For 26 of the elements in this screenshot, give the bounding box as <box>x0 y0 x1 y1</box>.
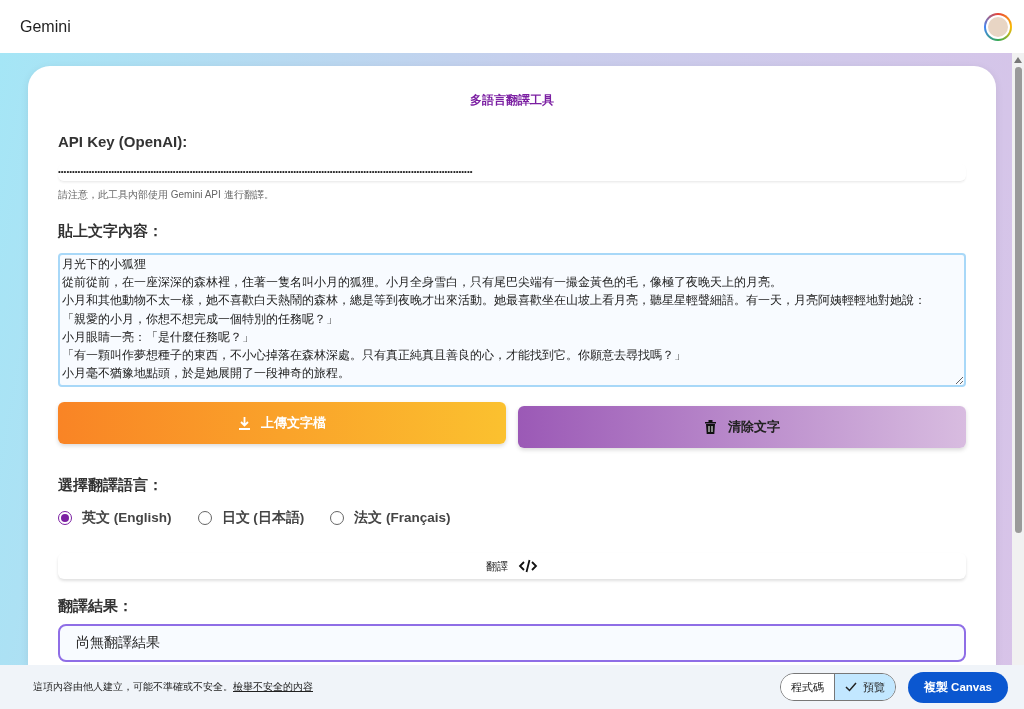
download-icon <box>238 416 251 430</box>
tool-title: 多語言翻譯工具 <box>469 92 555 109</box>
text-input-field[interactable]: 月光下的小狐狸 從前從前，在一座深深的森林裡，住著一隻名叫小月的狐狸。小月全身雪白，只有尾巴尖端有一撮金黃色的毛，像極了夜晚天上的月亮。 小月和其他動物不太一樣，她不喜歡白天熱鬧的森林，總是等到夜晚才出來活動。她最喜歡坐在山坡上看月亮，聽星星輕聲細語。有一天，月亮阿姨輕輕地對她說： 「親愛的小月，你想不想完成一個特別的任務呢？」 小月眼睛一亮：「是什麼任務呢？」 「有一顆叫作夢想種子的東西，不小心掉落在森林深處。只有真正純真且善良的心，才能找到它。你願意去尋找嗎？」 小月毫不猶豫地點頭，於是她展開了一段神奇的旅程。 <box>58 253 966 387</box>
view-tab[interactable]: 預覽 <box>833 674 895 700</box>
trash-icon <box>704 420 716 434</box>
clear-button[interactable]: 清除文字 <box>518 406 966 448</box>
api-key-label: API Key (OpenAI): <box>58 133 189 150</box>
language-option[interactable]: 日文 (日本語) <box>197 509 305 527</box>
translate-button[interactable]: 翻譯 <box>58 553 966 579</box>
scrollbar[interactable] <box>1012 53 1024 665</box>
text-input-label: 貼上文字內容： <box>58 222 164 241</box>
check-icon <box>844 682 857 692</box>
view-tab[interactable]: 程式碼 <box>780 674 834 700</box>
result-label: 翻譯結果： <box>58 597 134 616</box>
result-text: 尚無翻譯結果 <box>58 624 966 662</box>
copy-button[interactable]: 複製 Canvas <box>907 671 1008 703</box>
disclaimer-text: 這項內容由他人建立，可能不準確或不安全。檢舉不安全的內容 <box>33 680 314 694</box>
code-icon <box>518 559 538 573</box>
language-label: 選擇翻譯語言： <box>58 476 164 495</box>
language-option[interactable]: 英文 (English) <box>58 509 172 527</box>
api-key-field[interactable]: •••••••••••••••••••••••••••••••••••••••••••••••••••••••••••••••••••••••••••••••••••••••••••••••••••••••••••••••••••••••••••••••••••••••••••••••••••• <box>58 164 966 182</box>
app-title: Gemini <box>20 17 71 36</box>
api-note: 請注意，此工具內部使用 Gemini API 進行翻譯。 <box>58 188 275 202</box>
scroll-up-icon[interactable] <box>1014 57 1022 63</box>
report-link[interactable]: 檢舉不安全的內容 <box>233 680 313 692</box>
language-option[interactable]: 法文 (Français) <box>330 509 451 527</box>
